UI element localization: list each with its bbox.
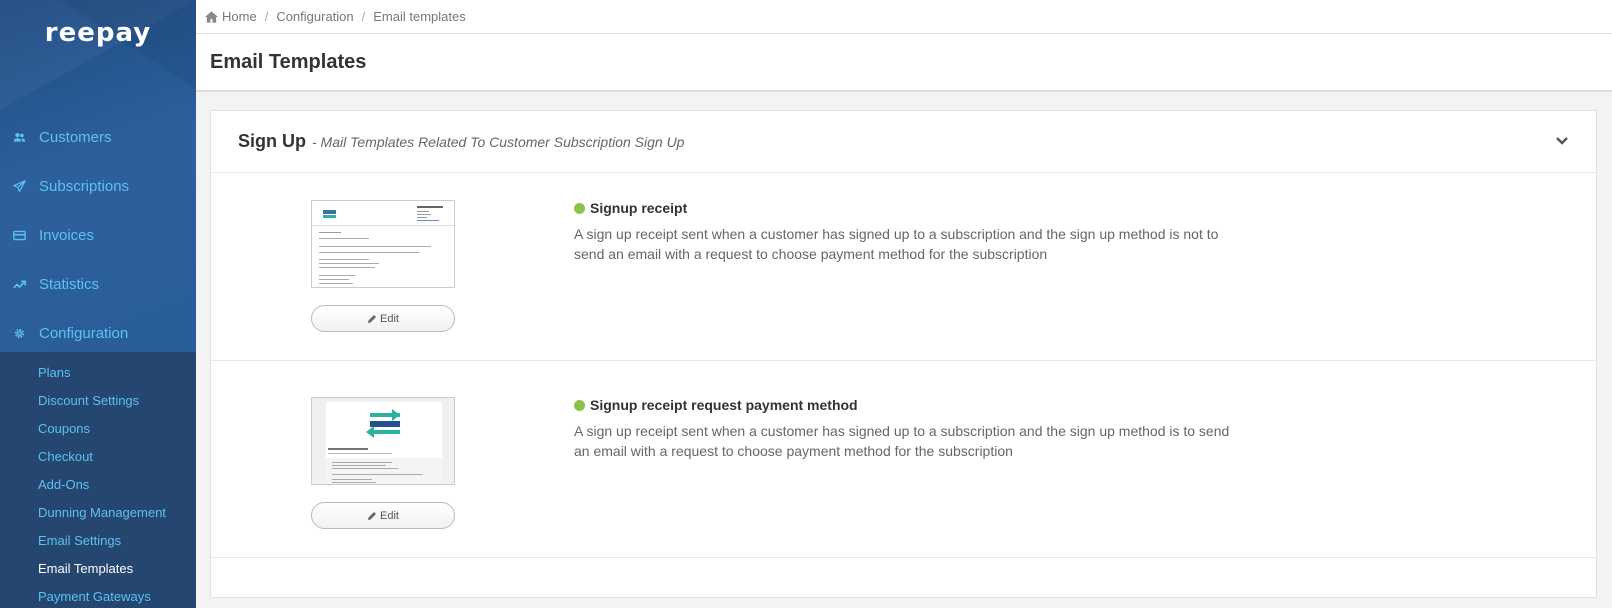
nav-invoices-label: Invoices — [39, 227, 95, 244]
page-header: Email Templates — [196, 34, 1612, 92]
template-name: Signup receipt request payment method — [574, 397, 1234, 413]
home-icon — [205, 10, 218, 23]
subnav-checkout[interactable]: Checkout — [0, 443, 196, 471]
nav-statistics-label: Statistics — [39, 276, 100, 293]
breadcrumb-email-templates: Email templates — [373, 9, 466, 24]
pencil-icon — [368, 314, 377, 323]
logo[interactable]: reepay — [0, 18, 196, 48]
subnav-payment-gateways[interactable]: Payment Gateways — [0, 583, 196, 608]
nav-statistics[interactable]: Statistics — [0, 260, 196, 309]
edit-button-label: Edit — [380, 509, 399, 522]
nav-configuration-label: Configuration — [39, 325, 129, 342]
trend-icon — [10, 276, 28, 294]
breadcrumb-separator: / — [264, 9, 269, 24]
template-name-label: Signup receipt request payment method — [590, 397, 858, 413]
nav-subscriptions-label: Subscriptions — [39, 178, 130, 195]
nav-customers[interactable]: Customers — [0, 113, 196, 162]
status-dot — [574, 202, 585, 214]
panel-header[interactable]: Sign Up - Mail Templates Related To Cust… — [211, 111, 1596, 173]
template-thumbnail[interactable] — [311, 200, 455, 288]
nav-subscriptions[interactable]: Subscriptions — [0, 162, 196, 211]
subnav-coupons[interactable]: Coupons — [0, 415, 196, 443]
sidebar: reepay Customers Subscriptions Invoices … — [0, 0, 196, 608]
template-info: Signup receipt request payment method A … — [574, 397, 1234, 461]
edit-button-label: Edit — [380, 312, 399, 325]
panel-subtitle: - Mail Templates Related To Customer Sub… — [312, 133, 685, 150]
template-name-label: Signup receipt — [590, 200, 688, 216]
breadcrumb-home[interactable]: Home — [222, 9, 257, 24]
subnav-plans[interactable]: Plans — [0, 359, 196, 387]
configuration-submenu: Plans Discount Settings Coupons Checkout… — [0, 352, 196, 608]
chevron-down-icon[interactable] — [1554, 133, 1570, 149]
pencil-icon — [368, 511, 377, 520]
subnav-dunning-management[interactable]: Dunning Management — [0, 499, 196, 527]
gear-icon — [10, 325, 28, 343]
edit-button[interactable]: Edit — [311, 305, 455, 332]
main-nav: Customers Subscriptions Invoices Statist… — [0, 113, 196, 358]
template-thumbnail[interactable] — [311, 397, 455, 485]
email-preview-image — [312, 206, 454, 284]
paper-plane-icon — [10, 178, 28, 196]
template-name: Signup receipt — [574, 200, 1234, 216]
email-preview-image — [326, 402, 442, 484]
status-dot — [574, 399, 585, 411]
template-row: Edit Signup receipt A sign up receipt se… — [211, 173, 1596, 361]
credit-card-icon — [10, 227, 28, 245]
nav-configuration[interactable]: Configuration — [0, 309, 196, 358]
panel-title: Sign Up — [238, 131, 306, 151]
subnav-add-ons[interactable]: Add-Ons — [0, 471, 196, 499]
template-row: Edit Signup receipt request payment meth… — [211, 361, 1596, 558]
template-description: A sign up receipt sent when a customer h… — [574, 226, 1219, 262]
breadcrumb-configuration[interactable]: Configuration — [276, 9, 353, 24]
template-description: A sign up receipt sent when a customer h… — [574, 423, 1230, 459]
subnav-discount-settings[interactable]: Discount Settings — [0, 387, 196, 415]
breadcrumb-separator: / — [361, 9, 366, 24]
main-content: Home / Configuration / Email templates E… — [196, 0, 1612, 608]
signup-panel: Sign Up - Mail Templates Related To Cust… — [210, 110, 1597, 598]
breadcrumb: Home / Configuration / Email templates — [196, 0, 1612, 34]
subnav-email-templates[interactable]: Email Templates — [0, 555, 196, 583]
page-title: Email Templates — [210, 50, 367, 73]
subnav-email-settings[interactable]: Email Settings — [0, 527, 196, 555]
template-info: Signup receipt A sign up receipt sent wh… — [574, 200, 1234, 264]
nav-customers-label: Customers — [39, 129, 112, 146]
users-icon — [10, 129, 28, 147]
nav-invoices[interactable]: Invoices — [0, 211, 196, 260]
edit-button[interactable]: Edit — [311, 502, 455, 529]
